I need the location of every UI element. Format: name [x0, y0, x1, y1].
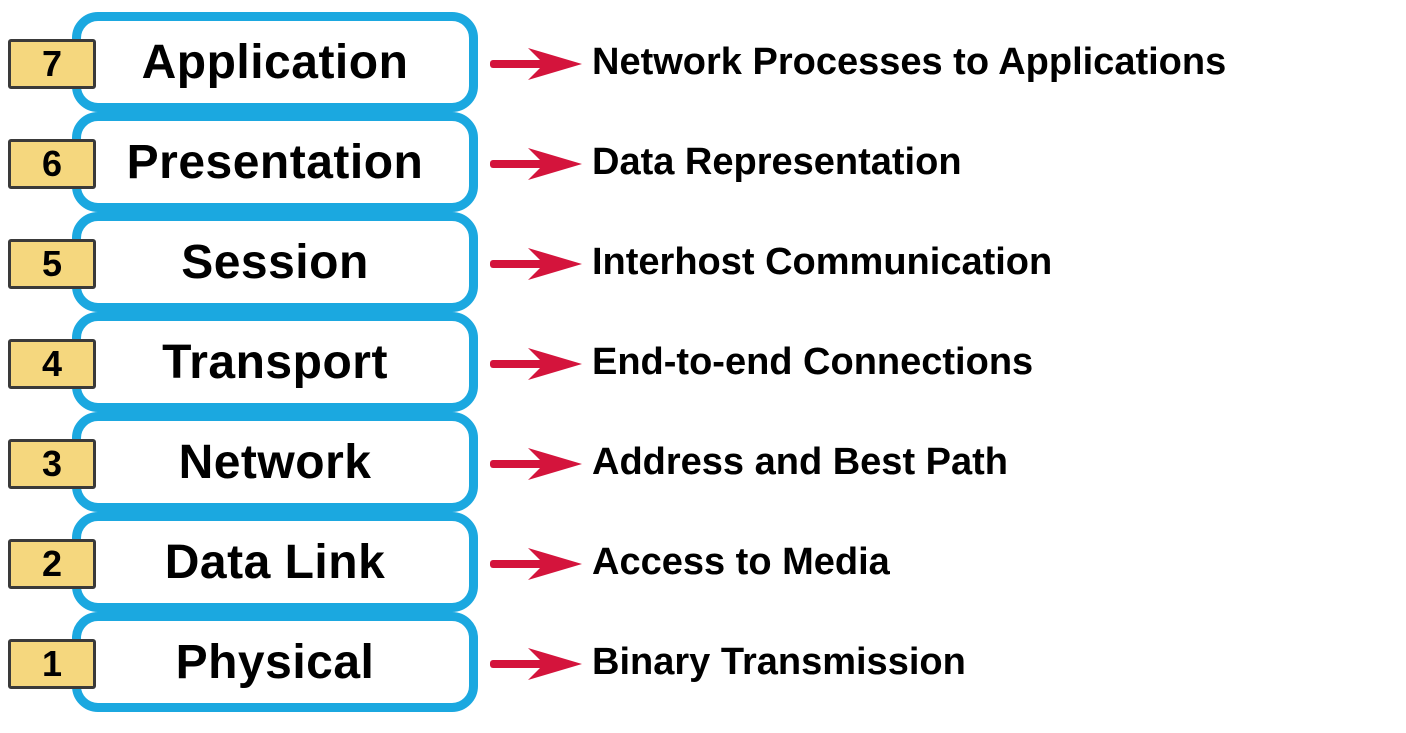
layer-name: Physical — [175, 635, 375, 689]
layer-box: Session — [72, 212, 478, 312]
layer-row: Data Link 2 Access to Media — [0, 512, 1406, 612]
arrow-shaft — [490, 460, 548, 468]
layer-description: Binary Transmission — [592, 641, 966, 683]
layer-description: Access to Media — [592, 541, 890, 583]
layer-number-badge: 5 — [8, 239, 96, 289]
layer-number-badge: 1 — [8, 639, 96, 689]
layer-number-badge: 2 — [8, 539, 96, 589]
layer-box: Data Link — [72, 512, 478, 612]
layer-description: Interhost Communication — [592, 241, 1053, 283]
right-arrow-icon — [490, 248, 582, 280]
arrow-shaft — [490, 560, 548, 568]
arrow-shaft — [490, 60, 548, 68]
arrow-shaft — [490, 160, 548, 168]
right-arrow-icon — [490, 48, 582, 80]
layer-row: Physical 1 Binary Transmission — [0, 612, 1406, 712]
layer-name: Network — [178, 435, 372, 489]
layer-number: 2 — [41, 543, 63, 584]
layer-name: Session — [181, 235, 369, 289]
layer-name: Data Link — [164, 535, 386, 589]
layer-description: Data Representation — [592, 141, 962, 183]
right-arrow-icon — [490, 548, 582, 580]
layer-box: Physical — [72, 612, 478, 712]
layer-box: Application — [72, 12, 478, 112]
layer-description: End-to-end Connections — [592, 341, 1034, 383]
layer-box: Transport — [72, 312, 478, 412]
layer-number-badge: 7 — [8, 39, 96, 89]
layer-number: 4 — [41, 343, 63, 384]
layer-row: Presentation 6 Data Representation — [0, 112, 1406, 212]
layer-name: Presentation — [126, 135, 424, 189]
arrow-shaft — [490, 360, 548, 368]
osi-model-diagram: Application 7 Network Processes to Applica… — [0, 0, 1406, 733]
layer-number-badge: 4 — [8, 339, 96, 389]
layer-name: Application — [141, 35, 409, 89]
layer-box: Network — [72, 412, 478, 512]
layer-description: Address and Best Path — [592, 441, 1008, 483]
layer-description: Network Processes to Applications — [592, 41, 1227, 83]
layer-row: Session 5 Interhost Communication — [0, 212, 1406, 312]
layer-number-badge: 6 — [8, 139, 96, 189]
right-arrow-icon — [490, 148, 582, 180]
right-arrow-icon — [490, 648, 582, 680]
layer-name: Transport — [162, 335, 388, 389]
arrow-shaft — [490, 660, 548, 668]
layer-row: Network 3 Address and Best Path — [0, 412, 1406, 512]
layer-row: Transport 4 End-to-end Connections — [0, 312, 1406, 412]
layer-number-badge: 3 — [8, 439, 96, 489]
layer-number: 5 — [41, 243, 63, 284]
layer-number: 1 — [41, 643, 63, 684]
layer-row: Application 7 Network Processes to Applica… — [0, 12, 1406, 112]
layer-box: Presentation — [72, 112, 478, 212]
arrow-shaft — [490, 260, 548, 268]
right-arrow-icon — [490, 348, 582, 380]
layer-number: 7 — [41, 43, 63, 84]
layer-number: 6 — [41, 143, 63, 184]
layer-number: 3 — [41, 443, 63, 484]
right-arrow-icon — [490, 448, 582, 480]
